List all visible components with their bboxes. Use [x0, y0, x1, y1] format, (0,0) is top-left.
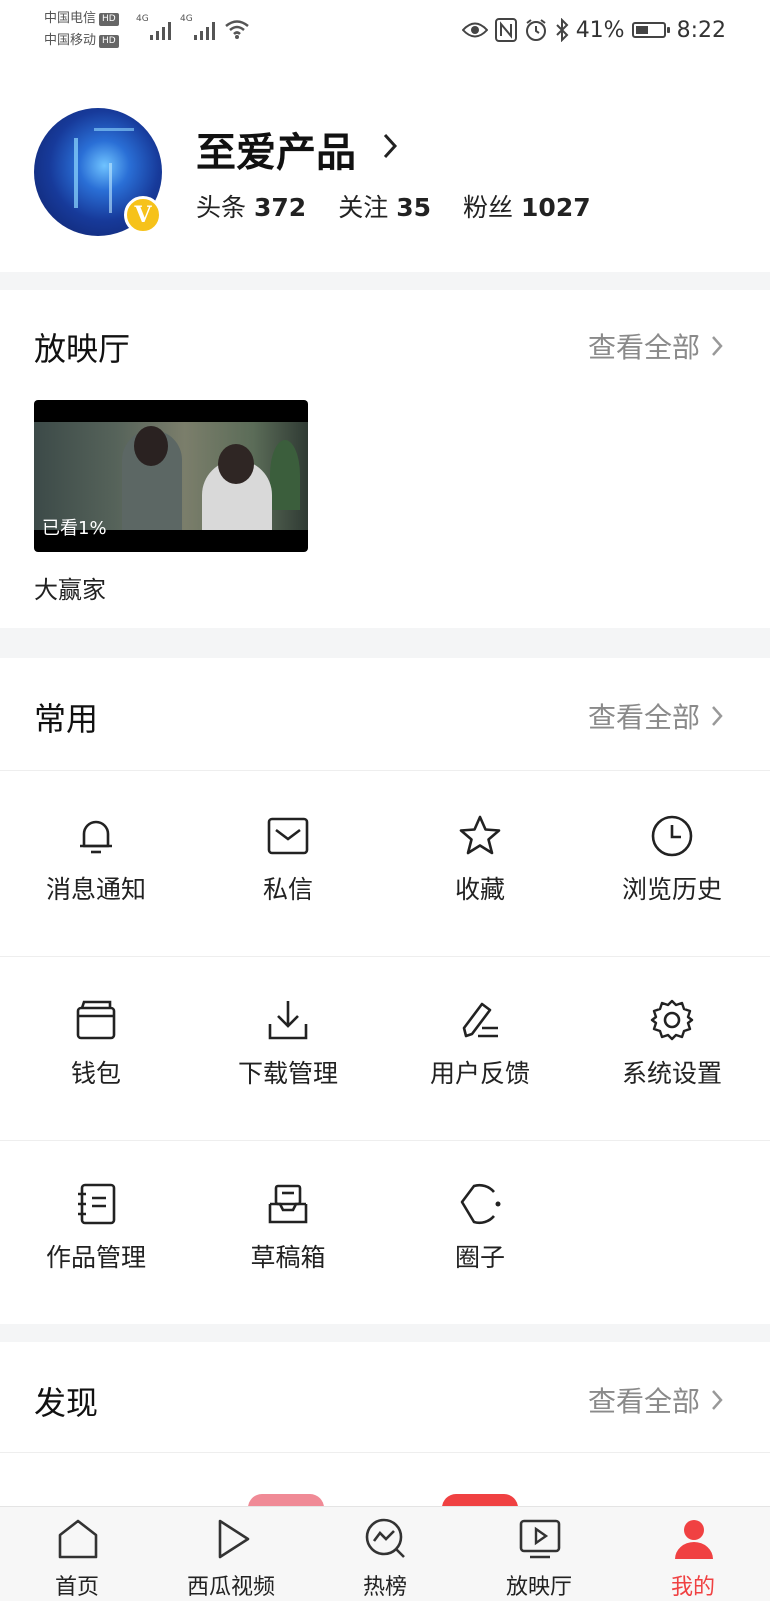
clock-time: 8:22 — [676, 17, 726, 43]
verified-badge: V — [124, 196, 162, 234]
movie-thumbnail[interactable]: 已看1% — [34, 400, 308, 552]
chevron-right-icon — [712, 336, 723, 356]
tab-trending[interactable]: 热榜 — [308, 1507, 462, 1601]
hd-badge: HD — [99, 35, 119, 48]
profile-header: V 至爱产品 头条 372 关注 35 粉丝 1027 — [0, 62, 770, 272]
tv-icon — [519, 1519, 561, 1559]
wallet-icon — [76, 1000, 116, 1040]
trending-icon — [365, 1518, 405, 1558]
star-icon — [459, 815, 501, 855]
stat-followers[interactable]: 粉丝 1027 — [463, 188, 591, 224]
carrier-2: 中国移动 — [44, 33, 97, 48]
battery-icon — [631, 22, 670, 38]
home-icon — [58, 1519, 98, 1559]
chevron-right-icon[interactable] — [382, 132, 398, 160]
theater-title: 放映厅 — [34, 330, 131, 368]
circle-icon — [460, 1183, 501, 1225]
common-title: 常用 — [34, 700, 99, 738]
grid-item-messages[interactable]: 私信 — [192, 772, 384, 956]
bell-icon — [80, 820, 112, 854]
discover-section: 发现 查看全部 — [0, 1342, 770, 1512]
gear-icon — [650, 999, 694, 1041]
grid-item-circle[interactable]: 圈子 — [384, 1140, 576, 1324]
eye-icon — [461, 22, 488, 38]
drafts-icon — [268, 1184, 308, 1224]
grid-row: 作品管理 草稿箱 圈子 — [0, 1140, 770, 1324]
alarm-icon — [525, 19, 546, 41]
nfc-icon — [494, 18, 517, 42]
grid-row: 钱包 下载管理 用户反馈 系统设置 — [0, 956, 770, 1140]
bottom-tab-bar: 首页 西瓜视频 热榜 放映厅 我的 — [0, 1506, 770, 1601]
carrier-1: 中国电信 — [44, 11, 97, 26]
mail-icon — [267, 817, 309, 855]
watch-progress: 已看1% — [42, 518, 107, 539]
stat-articles[interactable]: 头条 372 — [196, 188, 306, 224]
person-icon — [675, 1520, 713, 1559]
wifi-icon — [225, 20, 249, 39]
grid-row: 消息通知 私信 收藏 浏览历史 — [0, 772, 770, 956]
grid-item-favorites[interactable]: 收藏 — [384, 772, 576, 956]
profile-stats: 头条 372 关注 35 粉丝 1027 — [196, 188, 591, 224]
theater-view-all[interactable]: 查看全部 — [588, 326, 724, 366]
theater-section: 放映厅 查看全部 已看1% 大赢家 — [0, 290, 770, 628]
grid-item-works[interactable]: 作品管理 — [0, 1140, 192, 1324]
grid-item-wallet[interactable]: 钱包 — [0, 956, 192, 1140]
tab-home[interactable]: 首页 — [0, 1507, 154, 1601]
notebook-icon — [78, 1183, 116, 1225]
grid-item-feedback[interactable]: 用户反馈 — [384, 956, 576, 1140]
clock-icon — [651, 815, 693, 857]
battery-percent: 41% — [575, 17, 625, 43]
grid-item-drafts[interactable]: 草稿箱 — [192, 1140, 384, 1324]
common-section: 常用 查看全部 消息通知 私信 收藏 浏览历史 钱包 下载管理 用户反馈 系统设… — [0, 658, 770, 1324]
carrier-info: 中国电信 HD 中国移动 HD — [44, 8, 119, 52]
tab-me[interactable]: 我的 — [616, 1507, 770, 1601]
grid-item-downloads[interactable]: 下载管理 — [192, 956, 384, 1140]
status-right: 41% 8:22 — [461, 12, 726, 48]
play-icon — [218, 1519, 250, 1559]
discover-title: 发现 — [34, 1384, 99, 1422]
hd-badge: HD — [99, 13, 119, 26]
common-view-all[interactable]: 查看全部 — [588, 696, 724, 736]
tab-xigua-video[interactable]: 西瓜视频 — [154, 1507, 308, 1601]
pencil-icon — [462, 1002, 498, 1038]
grid-item-notifications[interactable]: 消息通知 — [0, 772, 192, 956]
movie-title[interactable]: 大赢家 — [34, 570, 106, 605]
stat-following[interactable]: 关注 35 — [338, 188, 431, 224]
download-icon — [268, 1001, 308, 1040]
chevron-right-icon — [712, 706, 723, 726]
status-bar: 中国电信 HD 中国移动 HD 4G 4G 41% 8:22 — [0, 0, 770, 62]
bluetooth-icon — [555, 18, 569, 42]
profile-name[interactable]: 至爱产品 — [196, 120, 356, 178]
grid-item-history[interactable]: 浏览历史 — [576, 772, 768, 956]
discover-view-all[interactable]: 查看全部 — [588, 1380, 724, 1420]
tab-theater[interactable]: 放映厅 — [462, 1507, 616, 1601]
grid-item-settings[interactable]: 系统设置 — [576, 956, 768, 1140]
chevron-right-icon — [712, 1390, 723, 1410]
